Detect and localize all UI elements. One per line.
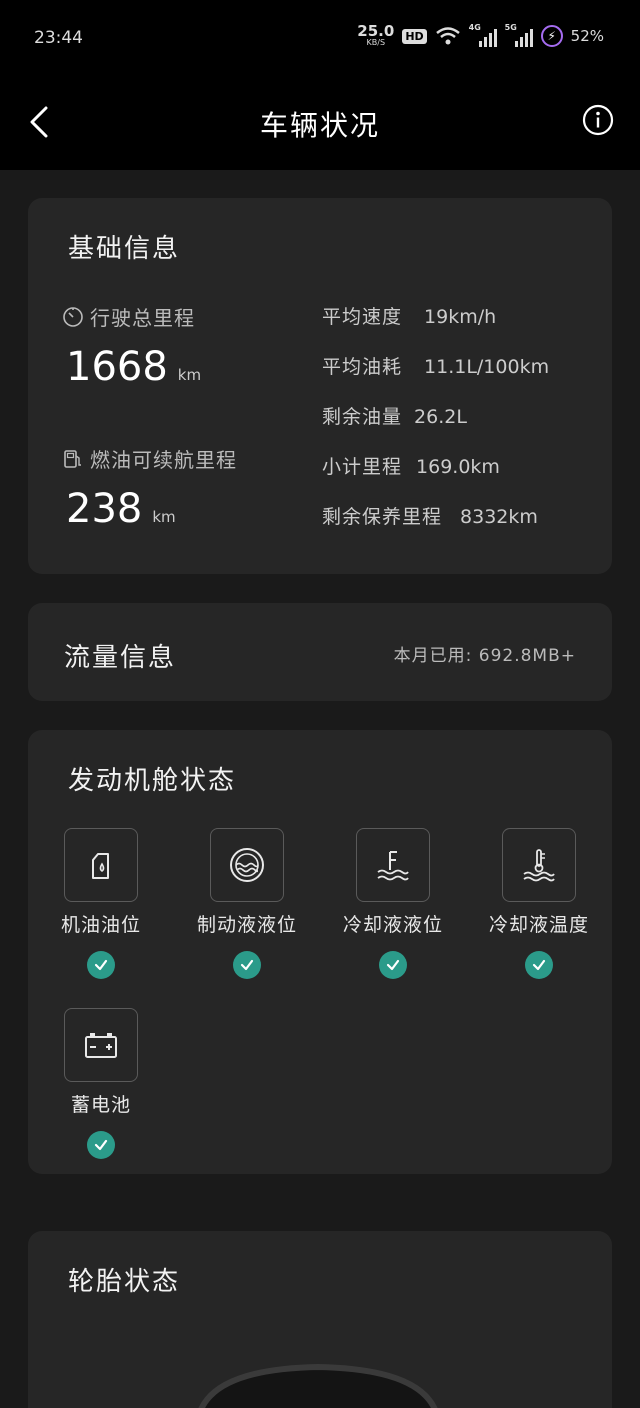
tire-status-card: 轮胎状态 — [28, 1231, 612, 1408]
total-mileage-unit: km — [177, 366, 202, 384]
data-usage-card[interactable]: 流量信息 本月已用: 692.8MB+ — [28, 603, 612, 701]
check-icon — [87, 951, 115, 979]
stat-avg-speed: 平均速度 19km/h — [322, 302, 496, 329]
brake-fluid-icon — [230, 848, 264, 882]
network-speed-unit: KB/S — [366, 38, 386, 47]
engine-item-battery[interactable]: 蓄电池 — [31, 1008, 171, 1159]
icon-box — [356, 828, 430, 902]
icon-box — [64, 828, 138, 902]
fuel-range: 238 km — [66, 486, 176, 532]
icon-box — [502, 828, 576, 902]
oil-can-icon — [92, 853, 109, 879]
stat-label: 剩余保养里程 — [322, 506, 443, 528]
stat-fuel-left: 剩余油量 26.2L — [322, 402, 467, 429]
check-icon — [87, 1131, 115, 1159]
engine-item-label: 制动液液位 — [196, 914, 297, 936]
stat-value: 8332km — [460, 506, 538, 528]
signal-4g-icon: 4G — [469, 23, 497, 47]
wifi-icon — [435, 27, 460, 45]
engine-item-label: 冷却液温度 — [488, 914, 589, 936]
stat-label: 平均油耗 — [322, 356, 403, 378]
info-icon[interactable] — [582, 104, 614, 136]
signal-5g-icon: 5G — [505, 23, 533, 47]
network-speed: 25.0 KB/S — [357, 24, 394, 48]
status-icons: 25.0 KB/S HD 4G 5G ⚡ 52% — [357, 23, 604, 48]
check-icon — [525, 951, 553, 979]
engine-status-title: 发动机舱状态 — [68, 766, 237, 796]
battery-icon — [85, 1033, 117, 1058]
engine-item-oil[interactable]: 机油油位 — [31, 828, 171, 979]
data-usage-title: 流量信息 — [64, 643, 177, 673]
coolant-temp-icon — [523, 849, 555, 882]
icon-box — [64, 1008, 138, 1082]
engine-item-label: 冷却液液位 — [342, 914, 443, 936]
engine-item-brake-fluid[interactable]: 制动液液位 — [177, 828, 317, 979]
fuel-range-value: 238 — [66, 486, 143, 532]
stat-value: 26.2L — [414, 406, 467, 428]
battery-charging-icon: ⚡ — [540, 25, 563, 47]
network-speed-value: 25.0 — [357, 22, 395, 40]
hd-icon: HD — [402, 28, 427, 44]
stat-avg-fuel: 平均油耗 11.1L/100km — [322, 352, 549, 379]
stat-label: 平均速度 — [322, 306, 403, 328]
stat-value: 11.1L/100km — [424, 356, 550, 378]
stat-maintenance: 剩余保养里程 8332km — [322, 502, 538, 529]
basic-info-title: 基础信息 — [68, 234, 181, 264]
total-mileage-value: 1668 — [66, 344, 168, 390]
odometer-icon — [63, 306, 83, 327]
coolant-level-icon — [377, 851, 409, 881]
engine-item-coolant-level[interactable]: 冷却液液位 — [323, 828, 463, 979]
check-icon — [233, 951, 261, 979]
battery-percent: 52% — [570, 27, 604, 45]
app-bar: 车辆状况 — [0, 78, 640, 170]
status-time: 23:44 — [34, 28, 83, 48]
fuel-range-label: 燃油可续航里程 — [62, 444, 237, 473]
basic-info-card: 基础信息 行驶总里程 1668 km 燃油可续航里程 238 km 平均速度 19km… — [28, 198, 612, 574]
stat-label: 小计里程 — [322, 456, 403, 478]
stat-value: 169.0km — [416, 456, 500, 478]
engine-item-label: 蓄电池 — [70, 1094, 131, 1116]
page-title: 车辆状况 — [259, 109, 380, 142]
data-usage-value: 本月已用: 692.8MB+ — [393, 646, 576, 666]
status-bar: 23:44 25.0 KB/S HD 4G 5G ⚡ 52% — [0, 0, 640, 78]
engine-item-label: 机油油位 — [60, 914, 141, 936]
tire-status-title: 轮胎状态 — [68, 1267, 181, 1297]
total-mileage: 1668 km — [66, 344, 201, 390]
stat-label: 剩余油量 — [322, 406, 403, 428]
fuel-range-unit: km — [152, 508, 176, 526]
engine-item-coolant-temp[interactable]: 冷却液温度 — [469, 828, 609, 979]
stat-value: 19km/h — [424, 306, 497, 328]
stat-trip: 小计里程 169.0km — [322, 452, 500, 479]
icon-box — [210, 828, 284, 902]
fuel-pump-icon — [64, 449, 81, 468]
check-icon — [379, 951, 407, 979]
total-mileage-label: 行驶总里程 — [62, 302, 195, 331]
engine-status-card: 发动机舱状态 机油油位 制动液液位 冷却液液位 冷却液温度 蓄电池 — [28, 730, 612, 1174]
fuel-range-label-text: 燃油可续航里程 — [90, 448, 237, 472]
car-top-view-icon — [198, 1363, 438, 1408]
total-mileage-label-text: 行驶总里程 — [90, 306, 195, 330]
